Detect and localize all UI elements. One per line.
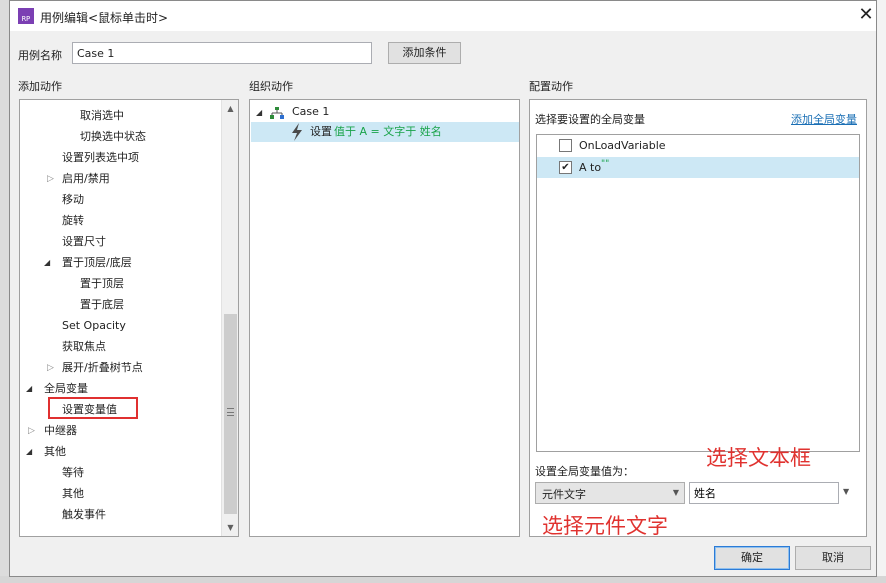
expand-right-icon[interactable]: ▷ [47,174,54,184]
tree-item-move[interactable]: 移动 [62,190,84,209]
tree-item-set-opacity[interactable]: Set Opacity [62,316,126,335]
global-variable-list: OnLoadVariable ✔ A to "" [536,134,860,452]
tree-item-misc-group[interactable]: 其他 [44,442,66,461]
add-condition-button[interactable]: 添加条件 [388,42,461,64]
case-name-input[interactable] [72,42,372,64]
collapse-down-icon[interactable]: ◢ [256,108,262,117]
tree-item-wait[interactable]: 等待 [62,463,84,482]
highlight-box [48,397,138,419]
background-app-right [876,0,886,583]
tree-item-set-size[interactable]: 设置尺寸 [62,232,106,251]
config-action-section-title: 配置动作 [529,80,573,93]
tree-item-enable-disable[interactable]: 启用/禁用 [62,169,110,188]
title-bar: RP 用例编辑<鼠标单击时> ✕ [10,1,876,31]
collapse-down-icon[interactable]: ◢ [44,258,50,267]
ok-button[interactable]: 确定 [714,546,790,570]
tree-item-global-variables[interactable]: 全局变量 [44,379,88,398]
tree-item-trigger-event[interactable]: 触发事件 [62,505,106,524]
variable-a-value: "" [601,159,610,169]
lightning-icon [292,123,302,141]
tree-item-uncheck[interactable]: 取消选中 [80,106,124,125]
variable-checkbox-a[interactable]: ✔ [559,161,572,174]
annotation-select-textbox: 选择文本框 [706,446,811,470]
variable-checkbox-onload[interactable] [559,139,572,152]
organize-action-tree: ◢ Case 1 设置 值于 A = 文字于 姓名 [249,99,520,537]
expand-right-icon[interactable]: ▷ [28,426,35,436]
tree-item-set-list-selected[interactable]: 设置列表选中项 [62,148,139,167]
cancel-button[interactable]: 取消 [795,546,871,570]
scroll-up-icon[interactable]: ▲ [222,100,239,117]
case-tree-icon [270,107,284,119]
case-node[interactable]: Case 1 [292,102,329,121]
variable-onloadvariable[interactable]: OnLoadVariable [579,136,666,155]
add-action-tree: 取消选中 切换选中状态 设置列表选中项 ▷ 启用/禁用 移动 旋转 设置尺寸 ◢… [19,99,239,537]
value-type-selected: 元件文字 [542,488,586,501]
tree-item-get-focus[interactable]: 获取焦点 [62,337,106,356]
collapse-down-icon[interactable]: ◢ [26,384,32,393]
tree-item-send-to-back[interactable]: 置于底层 [80,295,124,314]
scroll-down-icon[interactable]: ▼ [222,519,239,536]
value-type-dropdown[interactable]: 元件文字 ▼ [535,482,685,504]
target-widget-input[interactable] [689,482,839,504]
select-global-variable-label: 选择要设置的全局变量 [535,113,645,126]
add-action-section-title: 添加动作 [18,80,62,93]
axure-rp-icon: RP [18,8,34,24]
tree-item-repeater[interactable]: 中继器 [44,421,77,440]
annotation-select-widget-text: 选择元件文字 [542,514,668,538]
grip-icon [227,408,234,416]
background-app-bottom [0,576,886,583]
close-icon[interactable]: ✕ [856,4,876,26]
expand-right-icon[interactable]: ▷ [47,363,54,373]
organize-action-section-title: 组织动作 [249,80,293,93]
tree-item-bring-front-back[interactable]: 置于顶层/底层 [62,253,132,272]
case-name-label: 用例名称 [18,49,62,62]
tree-item-other[interactable]: 其他 [62,484,84,503]
variable-a[interactable]: A to [579,158,601,177]
case-editor-dialog: RP 用例编辑<鼠标单击时> ✕ 用例名称 添加条件 添加动作 组织动作 配置动… [9,0,877,577]
action-set-label[interactable]: 设置 [310,122,332,141]
tree-item-expand-collapse-tree[interactable]: 展开/折叠树节点 [62,358,143,377]
tree-item-toggle-checked[interactable]: 切换选中状态 [80,127,146,146]
vertical-scrollbar[interactable]: ▲ ▼ [221,100,238,536]
scroll-thumb[interactable] [224,314,237,514]
tree-item-bring-to-front[interactable]: 置于顶层 [80,274,124,293]
action-detail[interactable]: 值于 A = 文字于 姓名 [334,122,442,141]
set-global-value-label: 设置全局变量值为： [535,465,634,478]
config-action-panel: 选择要设置的全局变量 添加全局变量 OnLoadVariable ✔ A to … [529,99,867,538]
chevron-down-icon[interactable]: ▼ [843,487,849,496]
dialog-title: 用例编辑<鼠标单击时> [40,11,169,25]
tree-item-rotate[interactable]: 旋转 [62,211,84,230]
chevron-down-icon: ▼ [672,488,679,497]
collapse-down-icon[interactable]: ◢ [26,447,32,456]
add-global-variable-link[interactable]: 添加全局变量 [791,111,857,127]
